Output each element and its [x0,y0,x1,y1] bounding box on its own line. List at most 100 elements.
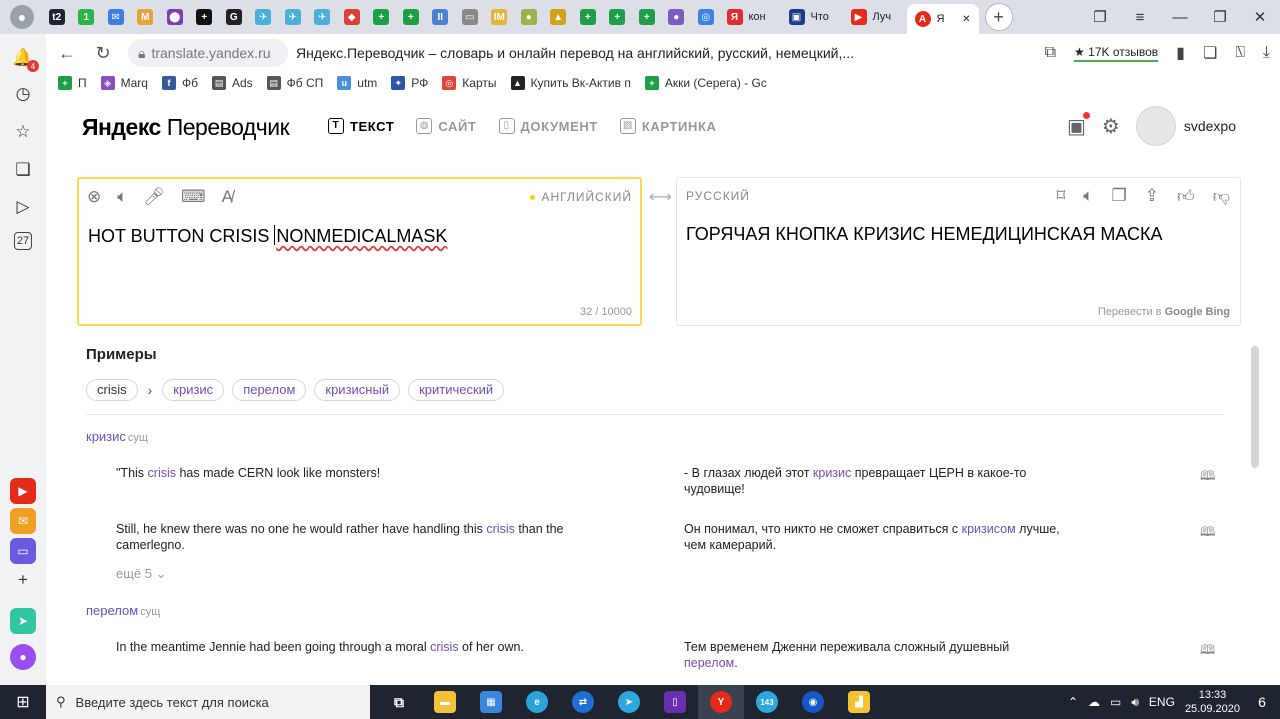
bookmark-item[interactable]: ◈ Marq [100,76,148,90]
collections-icon[interactable]: ▣ [1067,111,1090,139]
translation-chip[interactable]: кризисный [314,379,401,401]
menu-icon[interactable]: ≡ [1120,9,1160,26]
part-of-speech-heading[interactable]: кризис сущ [86,429,148,444]
mode-tab-1[interactable]: ◍ САЙТ [416,118,476,134]
browser-tab-plane1[interactable]: ✈ [249,4,279,30]
mode-tab-3[interactable]: ▨ КАРТИНКА [619,118,717,134]
browser-tab-pause[interactable]: II [426,4,456,30]
history-icon[interactable]: ◷ [11,82,35,106]
start-windows-icon[interactable]: ⊞ [0,685,46,719]
source-language-select[interactable]: АНГЛИЙСКИЙ [530,190,632,204]
share-icon[interactable]: ⇪ [1145,186,1159,207]
collections-icon[interactable]: ❏ [1203,43,1217,63]
volume-icon[interactable]: 🔊︎ [1131,695,1139,710]
settings-gear-icon[interactable]: ⚙ [1102,114,1120,139]
highlighted-word[interactable]: перелом [684,656,734,670]
part-of-speech-heading[interactable]: перелом сущ [86,603,160,618]
bing-link[interactable]: Bing [1206,306,1230,318]
bookmark-item[interactable]: u utm [337,76,377,90]
notification-center-icon[interactable]: 6 [1250,690,1274,714]
source-text-input[interactable]: HOT BUTTON CRISIS NONMEDICALMASK [88,225,447,247]
browser-tab-ball[interactable]: ● [514,4,544,30]
browser-tab-0[interactable]: Якон [721,4,783,30]
alice-app-icon[interactable]: ● [10,644,36,670]
browser-tab-shield[interactable]: ▲ [544,4,574,30]
bookmark-item[interactable]: ✦ РФ [391,76,428,90]
scrollbar[interactable] [1251,346,1259,468]
restore-button[interactable]: ❐ [1200,8,1240,26]
download-icon[interactable]: ⤓ [1263,44,1270,62]
browser-tab-green-plus1[interactable]: + [367,4,397,30]
mail-app-icon[interactable]: ✉ [10,508,36,534]
url-field[interactable]: 🔒︎ translate.yandex.ru [128,39,288,67]
bookmark-item[interactable]: ◎ Карты [442,76,497,90]
browser-tab-im[interactable]: IM [485,4,515,30]
store-icon[interactable]: ▦ [468,685,514,719]
browser-tab-doc[interactable]: ▭ [455,4,485,30]
browser-tab-gmail[interactable]: M [131,4,161,30]
calendar-icon[interactable]: 27 [14,232,32,250]
app-purple-icon[interactable]: ▯ [652,685,698,719]
target-language-select[interactable]: РУССКИЙ [686,189,750,203]
browser-tab-mail[interactable]: ✉ [101,4,131,30]
browser-tab-green-plus5[interactable]: + [632,4,662,30]
font-style-icon[interactable]: A̸ [222,187,233,207]
bookmark-icon[interactable]: ⌑ [1057,186,1066,207]
highlighted-word[interactable]: кризис [813,466,851,480]
mode-tab-0[interactable]: T ТЕКСТ [328,118,394,134]
browser-tab-1[interactable]: ▣ Что [783,4,845,30]
tabs-icon[interactable]: ⧉ [1045,44,1056,62]
chevron-up-icon[interactable]: ⌃ [1068,695,1078,709]
mode-tab-2[interactable]: ▯ ДОКУМЕНТ [498,118,598,134]
book-icon[interactable]: 🕮 [1200,523,1215,545]
bookmark-item[interactable]: ▤ Ads [211,76,253,90]
back-arrow-icon[interactable]: ← [52,43,82,64]
google-link[interactable]: Google [1165,306,1203,318]
browser-tab-plane3[interactable]: ✈ [308,4,338,30]
browser-tab-active[interactable]: A Я ✕ [906,4,979,34]
clear-icon[interactable]: ⊗ [87,187,101,207]
copy-icon[interactable]: ❐ [1111,186,1126,207]
telegram-badge-icon[interactable]: 143 [744,685,790,719]
browser-tab-google[interactable]: G [219,4,249,30]
highlighted-word[interactable]: crisis [486,522,514,536]
teamviewer-icon[interactable]: ⇄ [560,685,606,719]
speaker-icon[interactable]: 🔈︎ [117,187,127,207]
browser-tab-green-plus4[interactable]: + [603,4,633,30]
add-panel-icon[interactable]: + [11,568,35,592]
username[interactable]: svdexpo [1184,118,1236,134]
battery-icon[interactable]: ▭ [1110,695,1121,709]
task-view-icon[interactable]: ⧉ [376,685,422,719]
collections-icon[interactable]: ❐ [1080,8,1120,26]
avatar[interactable] [1135,106,1176,146]
browser-tab-t2[interactable]: t2 [42,4,72,30]
telegram-icon[interactable]: ➤ [606,685,652,719]
bookmark-item[interactable]: ▲ Купить Вк-Актив п [510,76,631,90]
language-indicator[interactable]: ENG [1149,695,1175,709]
source-word-chip[interactable]: crisis [86,379,138,401]
collections-icon[interactable]: ❏ [11,158,35,182]
yandex-browser-icon[interactable]: Y [698,685,744,719]
browser-tab-purple-sq[interactable]: ● [662,4,692,30]
bookmark-item[interactable]: + Акки (Серега) - Gc [644,76,767,90]
translation-chip[interactable]: кризис [162,379,225,401]
show-more-link[interactable]: ещё 5 ⌄ [116,566,167,582]
translation-chip[interactable]: критический [408,379,505,401]
browser-tab-plane2[interactable]: ✈ [278,4,308,30]
clock[interactable]: 13:33 25.09.2020 [1185,688,1240,716]
book-icon[interactable]: 🕮 [1200,467,1215,489]
app-blue-icon[interactable]: ◉ [790,685,836,719]
file-explorer-icon[interactable]: ▬ [422,685,468,719]
highlighted-word[interactable]: кризисом [962,522,1016,536]
highlighted-word[interactable]: crisis [148,466,176,480]
translation-chip[interactable]: перелом [232,379,307,401]
minimize-button[interactable]: — [1160,9,1200,26]
keyboard-icon[interactable]: ⌨ [181,187,206,207]
close-tab-icon[interactable]: ✕ [962,14,970,25]
profile-icon[interactable]: ● [10,5,34,29]
bookmark-item[interactable]: f Фб [161,76,198,90]
yandex-translate-logo[interactable]: Яндекс Переводчик [82,114,290,141]
browser-tab-plus-black[interactable]: + [190,4,220,30]
reload-icon[interactable]: ↻ [88,43,118,64]
translate-icon[interactable]: ⍂ [1235,44,1245,62]
